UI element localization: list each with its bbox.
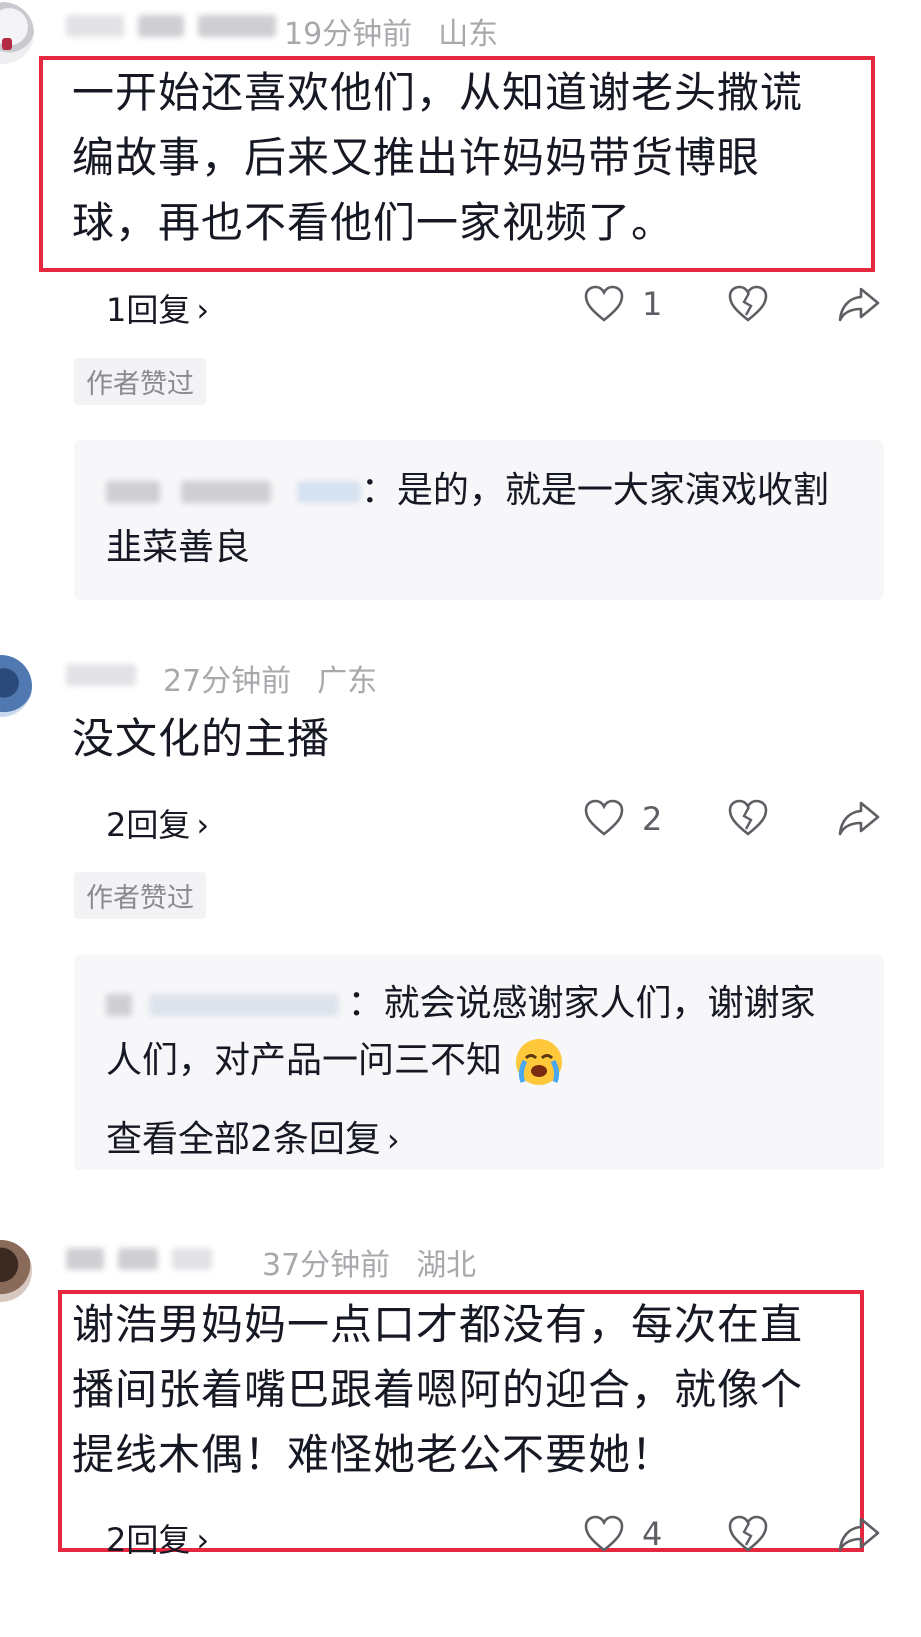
- comment-text-line: 谢浩男妈妈一点口才都没有，每次在直: [72, 1300, 804, 1349]
- comment-time: 37分钟前: [262, 1248, 391, 1283]
- replies-label: 2回复: [106, 1521, 191, 1559]
- reply-username-blurred[interactable]: [181, 481, 272, 503]
- comment-meta: 19分钟前 山东: [284, 9, 498, 53]
- comment-text-line: 编故事，后来又推出许妈妈带货博眼: [72, 133, 761, 182]
- chevron-right-icon: ›: [196, 806, 210, 844]
- comment-text-line: 播间张着嘴巴跟着嗯阿的迎合，就像个: [72, 1365, 804, 1414]
- like-count: 4: [642, 1515, 663, 1553]
- comment-time: 19分钟前: [284, 17, 413, 52]
- reply-username-blurred[interactable]: [296, 481, 361, 503]
- reply-username-blurred[interactable]: [106, 994, 132, 1016]
- replies-label: 2回复: [106, 806, 191, 844]
- comment-text: 一开始还喜欢他们，从知道谢老头撒谎 编故事，后来又推出许妈妈带货博眼 球，再也不…: [72, 60, 872, 255]
- comment-time: 27分钟前: [163, 664, 292, 699]
- username-blurred[interactable]: [66, 660, 136, 690]
- author-liked-tag: 作者赞过: [74, 872, 206, 919]
- author-liked-tag: 作者赞过: [74, 358, 206, 405]
- reply-text-line: 人们，对产品一问三不知: [106, 1032, 866, 1089]
- like-count: 1: [642, 285, 663, 323]
- view-all-label: 查看全部2条回复: [106, 1119, 381, 1160]
- chevron-right-icon: ›: [196, 291, 210, 329]
- avatar[interactable]: [0, 2, 34, 64]
- chevron-right-icon: ›: [386, 1121, 400, 1159]
- comment-location: 山东: [438, 17, 499, 52]
- reply-text-content: ：是的，就是一大家演戏收割: [360, 470, 829, 511]
- heart-icon[interactable]: [584, 1515, 624, 1553]
- replies-label: 1回复: [106, 291, 191, 329]
- comment-text-line: 一开始还喜欢他们，从知道谢老头撒谎: [72, 68, 804, 117]
- view-all-replies-link[interactable]: 查看全部2条回复 ›: [106, 1110, 400, 1162]
- comment-text-line: 提线木偶！难怪她老公不要她！: [72, 1430, 675, 1479]
- reply-text-line: ：就会说感谢家人们，谢谢家: [106, 975, 866, 1032]
- reply-text-line: ：是的，就是一大家演戏收割: [106, 462, 866, 519]
- reply-text-content: 人们，对产品一问三不知: [106, 1040, 503, 1081]
- username-blurred[interactable]: [66, 11, 276, 41]
- reply-text: ：就会说感谢家人们，谢谢家 人们，对产品一问三不知: [106, 975, 866, 1089]
- comment-text: 谢浩男妈妈一点口才都没有，每次在直 播间张着嘴巴跟着嗯阿的迎合，就像个 提线木偶…: [72, 1292, 862, 1487]
- dislike-icon[interactable]: [728, 1515, 768, 1553]
- comment-meta: 27分钟前 广东: [163, 656, 377, 700]
- share-icon[interactable]: [837, 285, 881, 323]
- comment-location: 广东: [317, 664, 378, 699]
- reply-username-blurred[interactable]: [149, 994, 340, 1016]
- like-count: 2: [642, 800, 663, 838]
- comment-text-line: 球，再也不看他们一家视频了。: [72, 198, 675, 247]
- username-blurred[interactable]: [66, 1244, 212, 1274]
- replies-button[interactable]: 1回复 ›: [106, 285, 209, 331]
- reply-text-line: 韭菜善良: [106, 527, 251, 568]
- replies-button[interactable]: 2回复 ›: [106, 1515, 209, 1561]
- comment-text: 没文化的主播: [72, 714, 331, 763]
- avatar[interactable]: [0, 1240, 32, 1302]
- chevron-right-icon: ›: [196, 1521, 210, 1559]
- reply-text: ：是的，就是一大家演戏收割 韭菜善良: [106, 462, 866, 576]
- avatar[interactable]: [0, 655, 32, 717]
- heart-icon[interactable]: [584, 285, 624, 323]
- dislike-icon[interactable]: [728, 285, 768, 323]
- crying-emoji-icon: [516, 1039, 563, 1085]
- share-icon[interactable]: [837, 799, 881, 837]
- heart-icon[interactable]: [584, 799, 624, 837]
- reply-text-content: ：就会说感谢家人们，谢谢家: [347, 983, 816, 1024]
- replies-button[interactable]: 2回复 ›: [106, 800, 209, 846]
- share-icon[interactable]: [837, 1515, 881, 1553]
- comment-meta: 37分钟前 湖北: [262, 1240, 476, 1284]
- reply-username-blurred[interactable]: [106, 481, 160, 503]
- dislike-icon[interactable]: [728, 799, 768, 837]
- comment-location: 湖北: [416, 1248, 477, 1283]
